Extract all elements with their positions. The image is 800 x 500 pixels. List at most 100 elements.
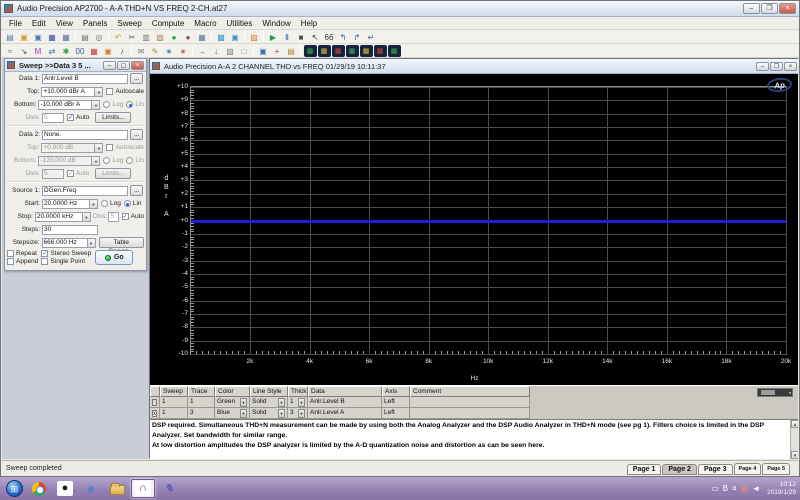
trace-axis-cell[interactable]: Left bbox=[382, 397, 410, 408]
data2-autoscale-checkbox[interactable]: ✓ bbox=[106, 144, 113, 151]
trace-data-cell[interactable]: Anlr.Level A bbox=[308, 408, 382, 419]
data2-lin-radio[interactable] bbox=[126, 157, 133, 164]
sweep-minimize-button[interactable]: – bbox=[103, 61, 116, 70]
start-log-radio[interactable] bbox=[101, 200, 108, 207]
scroll-up-icon[interactable]: ▲ bbox=[791, 420, 798, 428]
stop-divs-input[interactable]: 5 bbox=[108, 212, 118, 222]
table-sweep-button[interactable]: Table Sweep... bbox=[99, 237, 144, 248]
trace-thick-cell[interactable]: 3▼ bbox=[288, 408, 308, 419]
menu-macro[interactable]: Macro bbox=[189, 19, 221, 28]
data1-limits-button[interactable]: Limits... bbox=[95, 112, 131, 123]
arrow-right-green-icon[interactable]: → bbox=[196, 45, 209, 57]
dropdown-arrow-icon[interactable]: ▼ bbox=[240, 409, 247, 418]
sweep-close-button[interactable]: × bbox=[131, 61, 144, 70]
data2-log-radio[interactable] bbox=[103, 157, 110, 164]
stop-sweep-icon[interactable]: ■ bbox=[295, 31, 308, 43]
flag-marker-icon[interactable]: ↱ bbox=[351, 31, 364, 43]
data1-divs-input[interactable]: 5 bbox=[42, 113, 64, 123]
trace-checkbox[interactable]: x bbox=[152, 410, 157, 417]
menu-compute[interactable]: Compute bbox=[147, 19, 189, 28]
go-button[interactable]: Go bbox=[95, 250, 133, 265]
regulation-red-icon[interactable]: ∗ bbox=[177, 45, 190, 57]
graph-close-button[interactable]: × bbox=[784, 62, 797, 71]
menu-utilities[interactable]: Utilities bbox=[222, 19, 258, 28]
graph-minimize-button[interactable]: – bbox=[756, 62, 769, 71]
data1-lin-radio[interactable] bbox=[126, 101, 133, 108]
menu-view[interactable]: View bbox=[51, 19, 78, 28]
start-button[interactable]: ⊞ bbox=[6, 480, 23, 497]
stepsize-combo[interactable]: 666.000 Hz▼ bbox=[42, 238, 96, 248]
new-test-icon[interactable]: ▤ bbox=[4, 31, 17, 43]
append-checkbox[interactable]: ✓ bbox=[7, 258, 14, 265]
minimize-button[interactable]: – bbox=[743, 3, 760, 14]
maximize-button[interactable]: ❐ bbox=[761, 3, 778, 14]
stop-combo[interactable]: 20.0000 kHz▼ bbox=[35, 212, 91, 222]
taskbar-clock[interactable]: 10:12 2019/1/29 bbox=[763, 481, 796, 497]
dropdown-arrow-icon[interactable]: ▼ bbox=[240, 398, 247, 407]
paint-icon[interactable]: ✎ bbox=[157, 479, 181, 498]
undo-icon[interactable]: ↶ bbox=[112, 31, 125, 43]
app-titlebar[interactable]: Audio Precision AP2700 - A-A THD+N VS FR… bbox=[1, 1, 799, 17]
data2-bottom-combo[interactable]: -120.000 dB▼ bbox=[38, 156, 100, 166]
table-scrollbar[interactable]: ◂ bbox=[757, 388, 793, 397]
menu-file[interactable]: File bbox=[4, 19, 27, 28]
trace-axis-cell[interactable]: Left bbox=[382, 408, 410, 419]
menu-edit[interactable]: Edit bbox=[27, 19, 51, 28]
graph-titlebar[interactable]: Audio Precision A-A 2 CHANNEL THD vs FRE… bbox=[150, 59, 798, 74]
dropdown-arrow-icon[interactable]: ▼ bbox=[298, 409, 305, 418]
digital-analyzer-icon[interactable]: ⇄ bbox=[46, 45, 59, 57]
log-file-icon[interactable]: ▨ bbox=[248, 31, 261, 43]
import-data-icon[interactable]: ▣ bbox=[32, 31, 45, 43]
page-tab-page-2[interactable]: Page 2 bbox=[662, 464, 697, 475]
copy-panel-icon[interactable]: ▣ bbox=[229, 31, 242, 43]
trace-comment-cell[interactable] bbox=[410, 397, 530, 408]
trace-thick-cell[interactable]: 1▼ bbox=[288, 397, 308, 408]
dropdown-arrow-icon[interactable]: ▼ bbox=[278, 398, 285, 407]
page-edit-icon[interactable]: ▤ bbox=[285, 45, 298, 57]
menu-help[interactable]: Help bbox=[296, 19, 322, 28]
goto-marker-icon[interactable]: ↰ bbox=[337, 31, 350, 43]
close-panel-icon[interactable]: ▣ bbox=[102, 45, 115, 57]
trace-trace-cell[interactable]: 1 bbox=[188, 397, 215, 408]
page-tab-page-4[interactable]: Page 4 bbox=[734, 463, 762, 475]
trace-sweep-cell[interactable]: 1 bbox=[160, 408, 188, 419]
show-desktop-icon[interactable]: ▭ bbox=[711, 484, 719, 493]
firefox-icon[interactable]: ● bbox=[53, 479, 77, 498]
graph-window-icon[interactable]: ▧ bbox=[224, 45, 237, 57]
pause-sweep-icon[interactable]: Ⅱ bbox=[281, 31, 294, 43]
graphics-tray-icon[interactable]: ▦ bbox=[741, 484, 749, 493]
page-tab-page-1[interactable]: Page 1 bbox=[627, 464, 662, 475]
data1-bottom-combo[interactable]: -10.000 dBr A▼ bbox=[38, 100, 100, 110]
stop-auto-checkbox[interactable]: ✓ bbox=[122, 213, 129, 220]
data1-autoscale-checkbox[interactable]: ✓ bbox=[106, 88, 113, 95]
panels-grid-icon[interactable]: ▦ bbox=[196, 31, 209, 43]
paste-icon[interactable]: ▧ bbox=[154, 31, 167, 43]
menu-sweep[interactable]: Sweep bbox=[112, 19, 146, 28]
scroll-down-icon[interactable]: ▼ bbox=[791, 451, 798, 459]
comment-box[interactable]: DSP required. Simultaneous THD+N measure… bbox=[150, 419, 798, 459]
steps-input[interactable]: 30 bbox=[42, 225, 98, 235]
trace-comment-cell[interactable] bbox=[410, 408, 530, 419]
data2-input[interactable]: None. bbox=[42, 130, 128, 140]
stereo-sweep-checkbox[interactable]: ✓ bbox=[41, 250, 48, 257]
print-preview-icon[interactable]: ◎ bbox=[93, 31, 106, 43]
pointer-mode-icon[interactable]: ↖ bbox=[309, 31, 322, 43]
ok-green-icon[interactable]: ● bbox=[168, 31, 181, 43]
explorer-folder-icon[interactable] bbox=[105, 479, 129, 498]
trace-color-cell[interactable]: Green▼ bbox=[215, 397, 250, 408]
trace-line-style-cell[interactable]: Solid▼ bbox=[250, 408, 288, 419]
panel-preset-1-icon[interactable]: ▦ bbox=[304, 45, 317, 57]
data2-divs-input[interactable]: 5 bbox=[42, 169, 64, 179]
data2-limits-button[interactable]: Limits... bbox=[95, 168, 131, 179]
panel-preset-6-icon[interactable]: ▦ bbox=[374, 45, 387, 57]
device-icon[interactable]: ¤ bbox=[732, 484, 736, 493]
data2-top-combo[interactable]: +0.000 dB▼ bbox=[41, 143, 103, 153]
bluetooth-icon[interactable]: B bbox=[723, 484, 728, 493]
source1-browse-button[interactable]: ... bbox=[130, 185, 143, 196]
menu-panels[interactable]: Panels bbox=[78, 19, 112, 28]
panel-preset-4-icon[interactable]: ▦ bbox=[346, 45, 359, 57]
panel-preset-2-icon[interactable]: ▦ bbox=[318, 45, 331, 57]
trace-visible-cell[interactable] bbox=[150, 397, 160, 408]
speaker-icon[interactable]: ♪ bbox=[116, 45, 129, 57]
page-tab-page-5[interactable]: Page 5 bbox=[762, 463, 790, 475]
